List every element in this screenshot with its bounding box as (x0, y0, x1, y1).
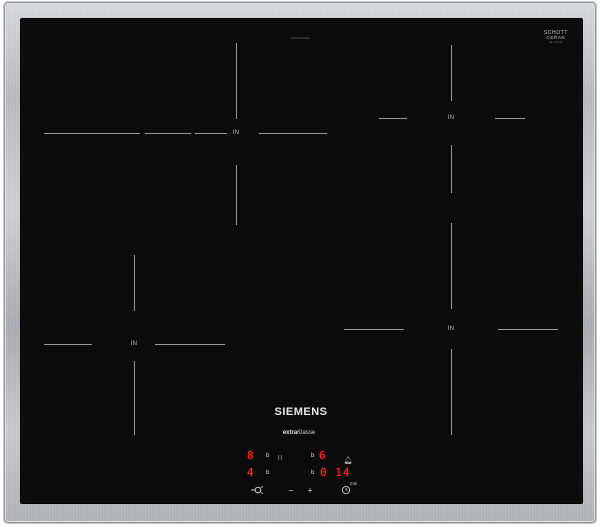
minus-button[interactable]: − (288, 486, 293, 496)
zone-booster-indicator: b (311, 470, 315, 476)
zone-link-icon: |-| (278, 455, 283, 461)
zone-mark (195, 133, 227, 134)
zone-mark (379, 118, 407, 119)
zone-booster-indicator: b (266, 470, 270, 476)
series-label: extraKlasse (283, 430, 315, 436)
zone-mark (498, 329, 558, 330)
zone-mark (451, 145, 452, 193)
schott-ceran-logo: SCHOTT CERAN EU 1010 R (544, 31, 568, 44)
zone-mark (44, 133, 140, 134)
zone-booster-indicator: b (266, 453, 270, 459)
zone-mark (259, 133, 327, 134)
ceramic-glass-surface: EH645FHB1E SCHOTT CERAN EU 1010 R IN IN … (20, 18, 583, 504)
power-key-icon (251, 486, 264, 494)
zone-power-display-3: 4 (247, 466, 254, 479)
zone-induction-label: IN (447, 326, 455, 332)
plus-button[interactable]: + (307, 486, 312, 496)
zone-mark (134, 361, 135, 435)
bell-icon[interactable]: 🔔︎ (344, 458, 353, 465)
zone-mark (44, 344, 92, 345)
series-prefix: extra (282, 430, 298, 436)
schott-logo-line3: EU 1010 R (549, 40, 563, 44)
zone-mark (344, 329, 404, 330)
model-number: EH645FHB1E (291, 36, 311, 40)
brand-logo: SIEMENS (274, 406, 328, 418)
zone-booster-indicator: b (311, 453, 315, 459)
zone-power-display-1: 8 (247, 449, 254, 462)
clock-icon (341, 485, 351, 495)
zone-power-display-2: 6 (319, 449, 326, 462)
zone-induction-label: IN (232, 130, 240, 136)
zone-mark (451, 45, 452, 101)
zone-mark (155, 344, 225, 345)
zone-mark (451, 349, 452, 435)
timer-display: 0 14 (320, 466, 351, 479)
schott-logo-line2: CERAN (546, 35, 566, 40)
zone-mark (134, 255, 135, 311)
main-switch-button[interactable] (250, 486, 264, 496)
zone-induction-label: IN (130, 341, 138, 347)
zone-induction-label: IN (447, 115, 455, 121)
zone-mark (236, 165, 237, 225)
zone-mark (495, 118, 525, 119)
timer-button[interactable] (341, 485, 351, 497)
zone-mark (236, 43, 237, 119)
series-suffix: Klasse (297, 430, 316, 436)
timer-unit-label: min (350, 481, 358, 486)
zone-mark (145, 133, 191, 134)
zone-mark (451, 223, 452, 309)
